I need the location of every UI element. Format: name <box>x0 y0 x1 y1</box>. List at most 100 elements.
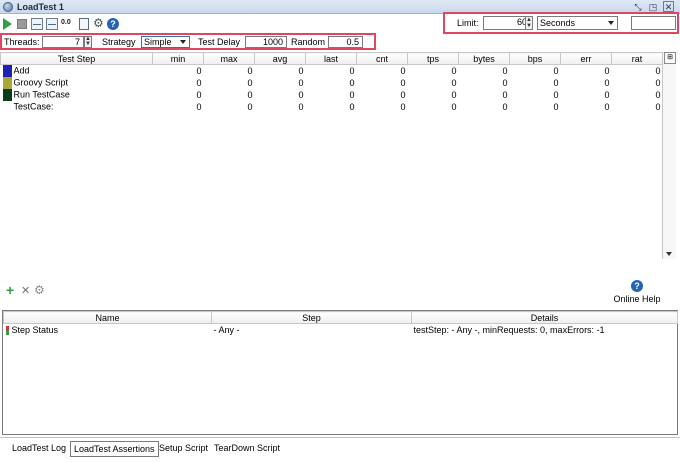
tab-loadtest-log[interactable]: LoadTest Log <box>9 441 69 457</box>
assertion-step: - Any - <box>213 325 240 336</box>
test-step-name: Run TestCase <box>13 89 70 100</box>
random-input[interactable]: 0.5 <box>328 36 363 48</box>
stat-value-cell: 0 <box>196 78 202 88</box>
column-header[interactable]: Name <box>3 311 212 324</box>
column-header[interactable]: bytes <box>458 52 510 65</box>
column-header[interactable]: avg <box>254 52 306 65</box>
loadtest-settings: Threads: 7 ▲ ▼ Strategy Simple Test Delay… <box>0 33 376 50</box>
stat-value-cell: 0 <box>655 78 661 88</box>
help-icon[interactable]: ? <box>107 18 119 30</box>
test-step-cell: TestCase: <box>1 101 153 113</box>
test-delay-input[interactable]: 1000 <box>245 36 287 48</box>
column-header[interactable]: err <box>560 52 612 65</box>
stat-value-cell: 0 <box>502 78 508 88</box>
loadtest-window: LoadTest 1 ⤡ ◳ ✕ 0.0 ⚙ ? Limit: 60 ▲ ▼ Se… <box>0 0 680 462</box>
assertion-name-cell: Step Status <box>4 324 212 337</box>
column-header[interactable]: tps <box>407 52 459 65</box>
stat-value-cell: 0 <box>349 90 355 100</box>
tab-teardown-script[interactable]: TearDown Script <box>211 441 283 457</box>
statistics-header-row: Test Step min max avg last cnt tps bytes… <box>0 52 663 65</box>
stat-value-cell: 0 <box>553 102 559 112</box>
column-header[interactable]: Test Step <box>0 52 153 65</box>
statistics-row[interactable]: Groovy Script 0 0 0 0 0 0 0 0 0 0 <box>1 77 663 89</box>
assertion-row[interactable]: Step Status - Any - testStep: - Any -, m… <box>4 324 678 337</box>
tab-setup-script[interactable]: Setup Script <box>156 441 211 457</box>
column-header[interactable]: min <box>152 52 204 65</box>
stat-value-cell: 0 <box>451 90 457 100</box>
random-label: Random <box>291 37 326 47</box>
column-header[interactable]: rat <box>611 52 663 65</box>
help-icon: ? <box>631 280 643 292</box>
stat-value-cell: 0 <box>400 66 406 76</box>
stat-value-cell: 0 <box>298 102 304 112</box>
limit-panel: Limit: 60 ▲ ▼ Seconds <box>443 12 679 34</box>
statistics-row[interactable]: Add 0 0 0 0 0 0 0 0 0 0 <box>1 65 663 77</box>
stat-value-cell: 0 <box>196 102 202 112</box>
reset-icon[interactable]: 0.0 <box>61 19 75 31</box>
limit-progress-field <box>631 16 676 30</box>
test-step-cell: Groovy Script <box>1 77 153 89</box>
scroll-down-icon[interactable] <box>666 252 672 256</box>
stat-value-cell: 0 <box>655 66 661 76</box>
column-header[interactable]: bps <box>509 52 561 65</box>
stat-value-cell: 0 <box>247 102 253 112</box>
assertions-header-row: Name Step Details <box>3 311 678 324</box>
assertions-toolbar: + ✕ ⚙ <box>0 283 680 301</box>
online-help-label: Online Help <box>613 294 661 304</box>
add-icon[interactable]: + <box>6 283 14 297</box>
assertions-table: Name Step Details Step Status - Any - te… <box>2 310 678 435</box>
statistics-table: Test Step min max avg last cnt tps bytes… <box>0 52 663 259</box>
column-header[interactable]: Step <box>211 311 412 324</box>
column-header[interactable]: Details <box>411 311 678 324</box>
limit-input[interactable]: 60 <box>483 16 531 30</box>
options-gear-icon[interactable]: ⚙ <box>93 17 105 29</box>
statistics-scrollbar[interactable]: ⊞ <box>662 52 676 259</box>
test-step-cell: Add <box>1 65 153 77</box>
export-icon[interactable] <box>79 18 89 30</box>
stat-value-cell: 0 <box>247 78 253 88</box>
stop-icon[interactable] <box>17 19 27 29</box>
assertion-name: Step Status <box>11 325 59 336</box>
test-step-name: Groovy Script <box>13 77 69 88</box>
series-color-swatch <box>2 65 12 77</box>
column-header[interactable]: cnt <box>356 52 408 65</box>
remove-icon[interactable]: ✕ <box>21 285 30 297</box>
series-color-swatch <box>2 77 12 89</box>
online-help-link[interactable]: ? Online Help <box>612 280 662 306</box>
play-icon[interactable] <box>3 18 12 30</box>
statistics-row[interactable]: TestCase: 0 0 0 0 0 0 0 0 0 0 <box>1 101 663 113</box>
stat-value-cell: 0 <box>349 102 355 112</box>
stat-value-cell: 0 <box>553 78 559 88</box>
limit-unit-select[interactable]: Seconds <box>537 16 618 30</box>
stat-value-cell: 0 <box>349 66 355 76</box>
stat-value-cell: 0 <box>298 78 304 88</box>
series-color-swatch <box>3 101 12 113</box>
status-icon <box>5 326 9 336</box>
close-icon[interactable]: ✕ <box>663 1 674 12</box>
stat-value-cell: 0 <box>247 90 253 100</box>
column-header[interactable]: last <box>305 52 357 65</box>
column-header[interactable]: max <box>203 52 255 65</box>
limit-spinner[interactable]: ▲ ▼ <box>525 16 533 30</box>
statistics-graph-icon[interactable] <box>31 18 43 30</box>
stat-value-cell: 0 <box>604 90 610 100</box>
threads-label: Threads: <box>4 37 40 47</box>
compare-graph-icon[interactable] <box>46 18 58 30</box>
tab-loadtest-assertions[interactable]: LoadTest Assertions <box>70 441 159 457</box>
statistics-row[interactable]: Run TestCase 0 0 0 0 0 0 0 0 0 0 <box>1 89 663 101</box>
strategy-select[interactable]: Simple <box>141 36 190 48</box>
assertion-details: testStep: - Any -, minRequests: 0, maxEr… <box>413 325 605 336</box>
series-color-swatch <box>2 89 12 101</box>
stat-value-cell: 0 <box>604 78 610 88</box>
stat-value-cell: 0 <box>502 102 508 112</box>
threads-spinner[interactable]: ▲ ▼ <box>84 36 92 48</box>
strategy-value: Simple <box>144 37 172 47</box>
configure-icon[interactable]: ⚙ <box>34 284 45 296</box>
stat-value-cell: 0 <box>400 90 406 100</box>
threads-input[interactable]: 7 <box>42 36 84 48</box>
stat-value-cell: 0 <box>451 102 457 112</box>
column-selector-icon[interactable]: ⊞ <box>664 52 676 64</box>
stat-value-cell: 0 <box>604 102 610 112</box>
stat-value-cell: 0 <box>298 90 304 100</box>
strategy-label: Strategy <box>102 37 136 47</box>
